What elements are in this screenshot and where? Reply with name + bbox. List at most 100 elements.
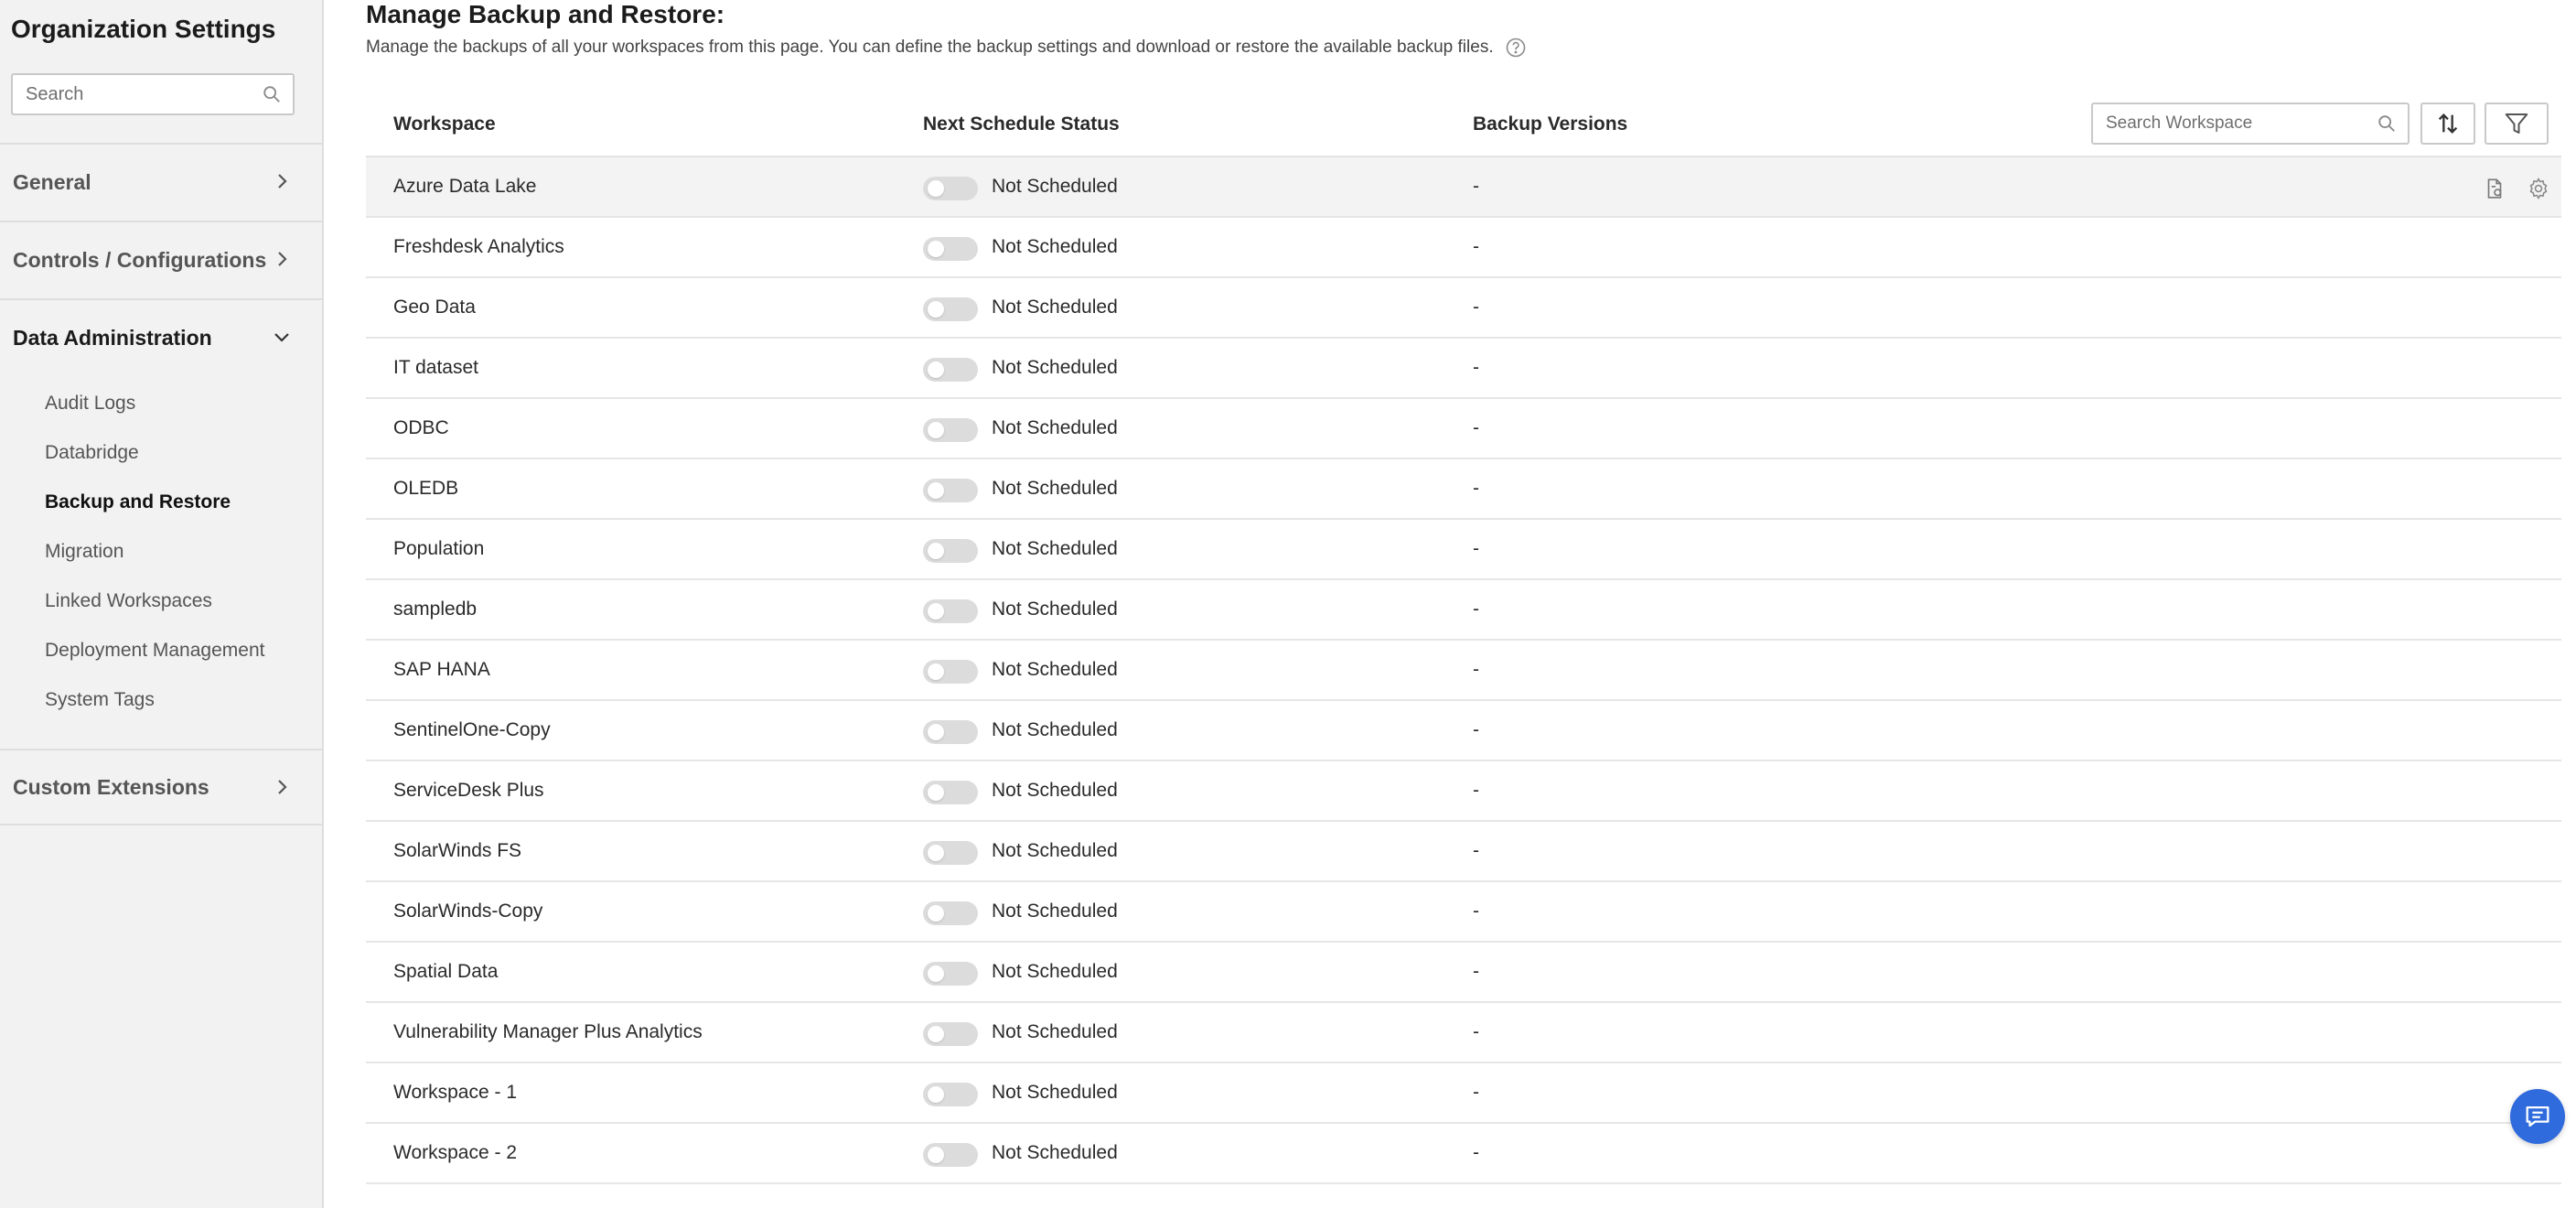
column-header-workspace[interactable]: Workspace [393, 113, 496, 135]
workspace-name: Geo Data [393, 297, 476, 318]
schedule-status: Not Scheduled [992, 599, 1118, 620]
workspace-name: ODBC [393, 417, 449, 438]
workspace-name: Vulnerability Manager Plus Analytics [393, 1021, 703, 1042]
workspace-search-input[interactable] [2093, 104, 2367, 143]
schedule-toggle[interactable] [923, 962, 978, 986]
sidebar-title: Organization Settings [11, 15, 276, 43]
toggle-knob [928, 784, 944, 801]
column-header-versions[interactable]: Backup Versions [1473, 113, 1627, 135]
schedule-toggle[interactable] [923, 599, 978, 623]
workspace-name: Freshdesk Analytics [393, 236, 564, 257]
table-row[interactable]: SolarWinds FS Not Scheduled - [366, 822, 2561, 882]
schedule-toggle[interactable] [923, 901, 978, 925]
sidebar-search-input[interactable] [13, 75, 251, 113]
schedule-toggle[interactable] [923, 177, 978, 200]
schedule-status: Not Scheduled [992, 659, 1118, 680]
workspace-name: IT dataset [393, 357, 479, 378]
gear-icon[interactable] [2527, 177, 2550, 200]
schedule-toggle[interactable] [923, 1143, 978, 1167]
schedule-status: Not Scheduled [992, 1021, 1118, 1042]
table-row[interactable]: Workspace - 2 Not Scheduled - [366, 1124, 2561, 1184]
sidebar-section-general[interactable]: General [0, 143, 322, 220]
schedule-status: Not Scheduled [992, 176, 1118, 197]
filter-button[interactable] [2485, 102, 2549, 145]
backup-versions: - [1473, 478, 1479, 499]
schedule-toggle[interactable] [923, 841, 978, 865]
backup-versions: - [1473, 297, 1479, 318]
sidebar-item-system-tags[interactable]: System Tags [45, 689, 155, 711]
page-description-wrap: Manage the backups of all your workspace… [366, 37, 1527, 59]
schedule-toggle[interactable] [923, 418, 978, 442]
toggle-knob [928, 180, 944, 197]
schedule-toggle[interactable] [923, 358, 978, 382]
sidebar-section-data-administration[interactable]: Data Administration [0, 298, 322, 375]
schedule-toggle[interactable] [923, 479, 978, 502]
table-row[interactable]: Population Not Scheduled - [366, 520, 2561, 580]
toggle-knob [928, 241, 944, 257]
backup-versions: - [1473, 840, 1479, 861]
sidebar-item-databridge[interactable]: Databridge [45, 442, 139, 464]
sidebar: Organization Settings General Controls /… [0, 0, 324, 1208]
page-description: Manage the backups of all your workspace… [366, 38, 1494, 57]
backup-versions: - [1473, 659, 1479, 680]
search-icon[interactable] [262, 84, 282, 104]
sidebar-item-deployment-management[interactable]: Deployment Management [45, 640, 264, 662]
sidebar-item-migration[interactable]: Migration [45, 541, 123, 563]
backup-versions: - [1473, 176, 1479, 197]
workspace-name: ServiceDesk Plus [393, 780, 544, 801]
column-header-status[interactable]: Next Schedule Status [923, 113, 1120, 135]
search-icon[interactable] [2377, 113, 2397, 134]
table-row[interactable]: sampledb Not Scheduled - [366, 580, 2561, 641]
sidebar-item-backup-and-restore[interactable]: Backup and Restore [45, 491, 231, 513]
schedule-status: Not Scheduled [992, 357, 1118, 378]
schedule-toggle[interactable] [923, 660, 978, 684]
schedule-toggle[interactable] [923, 720, 978, 744]
workspace-name: Spatial Data [393, 961, 499, 982]
schedule-toggle[interactable] [923, 1083, 978, 1106]
schedule-status: Not Scheduled [992, 719, 1118, 740]
schedule-toggle[interactable] [923, 1022, 978, 1046]
table-row[interactable]: Azure Data Lake Not Scheduled - [366, 157, 2561, 218]
table-row[interactable]: Spatial Data Not Scheduled - [366, 943, 2561, 1003]
table-row[interactable]: OLEDB Not Scheduled - [366, 459, 2561, 520]
sort-button[interactable] [2420, 102, 2475, 145]
schedule-status: Not Scheduled [992, 478, 1118, 499]
workspace-name: SolarWinds FS [393, 840, 522, 861]
workspace-name: Azure Data Lake [393, 176, 537, 197]
table-header: Workspace Next Schedule Status Backup Ve… [366, 92, 2561, 157]
table-row[interactable]: ServiceDesk Plus Not Scheduled - [366, 761, 2561, 822]
table-row[interactable]: Workspace - 1 Not Scheduled - [366, 1063, 2561, 1124]
sidebar-item-audit-logs[interactable]: Audit Logs [45, 393, 135, 415]
backup-file-icon[interactable] [2483, 177, 2506, 200]
toggle-knob [928, 543, 944, 559]
toggle-knob [928, 361, 944, 378]
table-row[interactable]: SAP HANA Not Scheduled - [366, 641, 2561, 701]
sidebar-item-linked-workspaces[interactable]: Linked Workspaces [45, 590, 212, 612]
backup-versions: - [1473, 780, 1479, 801]
table-row[interactable]: ODBC Not Scheduled - [366, 399, 2561, 459]
backup-versions: - [1473, 236, 1479, 257]
chevron-right-icon [278, 252, 287, 266]
table-row[interactable]: Vulnerability Manager Plus Analytics Not … [366, 1003, 2561, 1063]
sidebar-search-box[interactable] [11, 73, 295, 115]
chat-button[interactable] [2510, 1089, 2565, 1144]
table-row[interactable]: SentinelOne-Copy Not Scheduled - [366, 701, 2561, 761]
schedule-toggle[interactable] [923, 539, 978, 563]
workspace-search-box[interactable] [2091, 102, 2410, 145]
schedule-toggle[interactable] [923, 297, 978, 321]
sidebar-section-custom-extensions[interactable]: Custom Extensions [0, 749, 322, 825]
backup-versions: - [1473, 538, 1479, 559]
schedule-toggle[interactable] [923, 237, 978, 261]
help-circle-icon[interactable] [1505, 37, 1527, 59]
backup-versions: - [1473, 719, 1479, 740]
toggle-knob [928, 1026, 944, 1042]
sidebar-section-controls[interactable]: Controls / Configurations [0, 221, 322, 297]
table-row[interactable]: SolarWinds-Copy Not Scheduled - [366, 882, 2561, 943]
backup-versions: - [1473, 1021, 1479, 1042]
table-row[interactable]: IT dataset Not Scheduled - [366, 339, 2561, 399]
toggle-knob [928, 1147, 944, 1163]
table-row[interactable]: Geo Data Not Scheduled - [366, 278, 2561, 339]
schedule-toggle[interactable] [923, 781, 978, 804]
workspace-name: SAP HANA [393, 659, 490, 680]
table-row[interactable]: Freshdesk Analytics Not Scheduled - [366, 218, 2561, 278]
